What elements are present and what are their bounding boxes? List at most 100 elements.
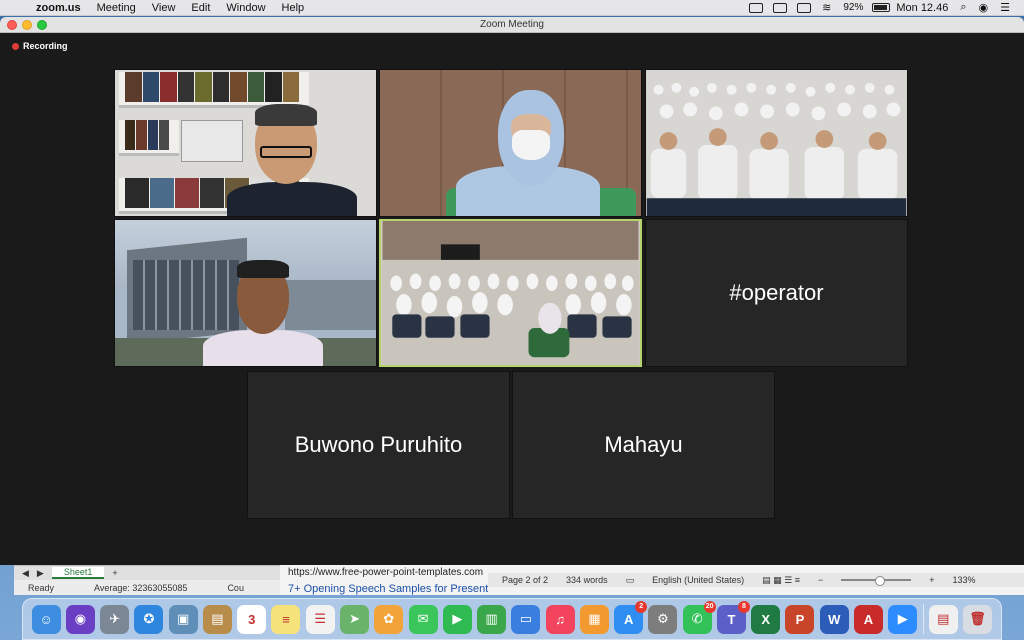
airplay-icon[interactable]	[797, 2, 812, 13]
hair	[237, 260, 289, 278]
close-window-button[interactable]	[7, 20, 17, 30]
zoom-out-button[interactable]: −	[818, 575, 823, 585]
word-window-strip: https://www.free-power-point-templates.c…	[280, 565, 1024, 595]
clock[interactable]: Mon 12.46	[890, 2, 954, 14]
numbers-icon[interactable]: ▥	[477, 604, 507, 634]
zoom-icon[interactable]: ▶	[888, 604, 918, 634]
dock: ☺ ◉ ✈ ✪ ▣ ▤ 3 ≡ ☰ ➤ ✿ ✉ ▶ ▥ ▭ ♫ ▦ A 2 ⚙ ✆ 20 T 8 X P W A ▶ ▤ 🗑	[22, 598, 1002, 640]
acrobat-icon[interactable]: A	[854, 604, 883, 634]
sheet-nav-left-icon[interactable]: ◀	[22, 568, 29, 579]
excel-window-strip: ◀ ▶ Sheet1 + Ready Average: 32363055085 …	[14, 565, 314, 595]
excel-status-ready: Ready	[28, 583, 55, 593]
page-count[interactable]: Page 2 of 2	[502, 575, 548, 585]
hair	[255, 104, 317, 126]
view-mode-icons[interactable]: ▤ ▦ ☰ ≡	[762, 575, 800, 586]
building-far	[285, 280, 376, 330]
video-tile-5-active-speaker[interactable]	[379, 219, 642, 367]
notification-badge: 8	[737, 600, 750, 613]
powerpoint-icon[interactable]: P	[785, 604, 815, 634]
wifi-icon[interactable]: ≋	[816, 1, 837, 14]
classroom-crowd	[646, 70, 907, 216]
music-icon[interactable]: ♫	[545, 604, 575, 634]
dock-separator	[922, 604, 924, 634]
video-tile-2[interactable]	[379, 69, 642, 217]
sheet-tab[interactable]: Sheet1	[51, 567, 105, 579]
menu-window[interactable]: Window	[218, 0, 273, 16]
word-icon[interactable]: W	[819, 604, 849, 634]
preview-icon[interactable]: ▣	[168, 604, 198, 634]
whatsapp-icon[interactable]: ✆ 20	[682, 600, 716, 634]
excel-status-count: Cou	[227, 583, 244, 593]
video-tile-4[interactable]	[114, 219, 377, 367]
menu-app-name[interactable]: zoom.us	[28, 0, 89, 16]
excel-status-average: Average: 32363055085	[94, 583, 188, 593]
building-windows	[133, 260, 239, 330]
menu-edit[interactable]: Edit	[183, 0, 218, 16]
reminders-icon[interactable]: ☰	[305, 604, 335, 634]
hall-crowd	[382, 221, 639, 365]
zoom-meeting-window: Zoom Meeting Recording #operator Buwono …	[0, 17, 1024, 565]
system-preferences-icon[interactable]: ⚙	[648, 604, 678, 634]
notification-badge: 2	[635, 600, 648, 613]
recording-indicator[interactable]: Recording	[12, 41, 68, 51]
participant-name: #operator	[729, 280, 824, 305]
battery-icon[interactable]	[872, 3, 891, 12]
battery-percent: 92%	[843, 2, 864, 13]
proofing-icon[interactable]: ▭	[626, 575, 635, 586]
books-icon[interactable]: ▦	[579, 604, 609, 634]
bookshelf	[119, 72, 309, 108]
app-store-icon[interactable]: A2	[614, 600, 648, 634]
zoom-in-button[interactable]: +	[929, 575, 934, 585]
zoom-tray-icon[interactable]	[749, 2, 764, 13]
siri-menu-icon[interactable]: ◉	[973, 1, 995, 14]
menu-help[interactable]: Help	[274, 0, 313, 16]
document-icon[interactable]: ▤	[928, 604, 958, 634]
window-titlebar[interactable]: Zoom Meeting	[0, 17, 1024, 33]
word-count[interactable]: 334 words	[566, 575, 608, 585]
maps-icon[interactable]: ➤	[340, 604, 370, 634]
trash-icon[interactable]: 🗑	[963, 604, 993, 634]
poster	[181, 120, 243, 162]
menu-view[interactable]: View	[144, 0, 184, 16]
recording-label: Recording	[23, 41, 68, 51]
calendar-icon[interactable]: 3	[237, 604, 267, 634]
siri-icon[interactable]: ◉	[65, 604, 95, 634]
bookshelf	[119, 120, 179, 156]
safari-icon[interactable]: ✪	[134, 604, 164, 634]
zoom-slider[interactable]	[841, 576, 912, 586]
launchpad-icon[interactable]: ✈	[100, 604, 130, 634]
control-center-icon[interactable]: ☰	[994, 1, 1016, 14]
video-tile-3[interactable]	[645, 69, 908, 217]
name-tile-buwono[interactable]: Buwono Puruhito	[247, 371, 510, 519]
document-heading-link[interactable]: 7+ Opening Speech Samples for Presentati…	[288, 583, 488, 595]
menu-meeting[interactable]: Meeting	[89, 0, 144, 16]
facetime-icon[interactable]: ▶	[442, 604, 472, 634]
minimize-window-button[interactable]	[22, 20, 32, 30]
sheet-nav-right-icon[interactable]: ▶	[37, 568, 44, 579]
name-tile-operator[interactable]: #operator	[645, 219, 908, 367]
teams-icon[interactable]: T8	[716, 600, 750, 634]
notes-brown-icon[interactable]: ▤	[202, 604, 232, 634]
excel-icon[interactable]: X	[751, 604, 781, 634]
glasses	[260, 146, 312, 158]
finder-icon[interactable]: ☺	[31, 604, 61, 634]
notification-badge: 20	[703, 600, 716, 613]
video-tile-1[interactable]	[114, 69, 377, 217]
recording-dot-icon	[12, 42, 19, 50]
language[interactable]: English (United States)	[652, 575, 744, 585]
display-tray-icon[interactable]	[773, 2, 788, 13]
face-mask	[512, 130, 550, 160]
spotlight-search-icon[interactable]: ⌕	[954, 1, 972, 14]
keynote-icon[interactable]: ▭	[511, 604, 541, 634]
name-tile-mahayu[interactable]: Mahayu	[512, 371, 775, 519]
fullscreen-window-button[interactable]	[37, 20, 47, 30]
participant-torso	[203, 330, 323, 366]
photos-icon[interactable]: ✿	[374, 604, 404, 634]
document-url-text[interactable]: https://www.free-power-point-templates.c…	[288, 567, 483, 578]
participant-name: Buwono Puruhito	[294, 432, 463, 457]
zoom-level[interactable]: 133%	[953, 575, 976, 585]
menu-bar: zoom.us Meeting View Edit Window Help ≋ …	[0, 0, 1024, 16]
add-sheet-button[interactable]: +	[112, 568, 117, 578]
messages-icon[interactable]: ✉	[408, 604, 438, 634]
notes-icon[interactable]: ≡	[271, 604, 301, 634]
